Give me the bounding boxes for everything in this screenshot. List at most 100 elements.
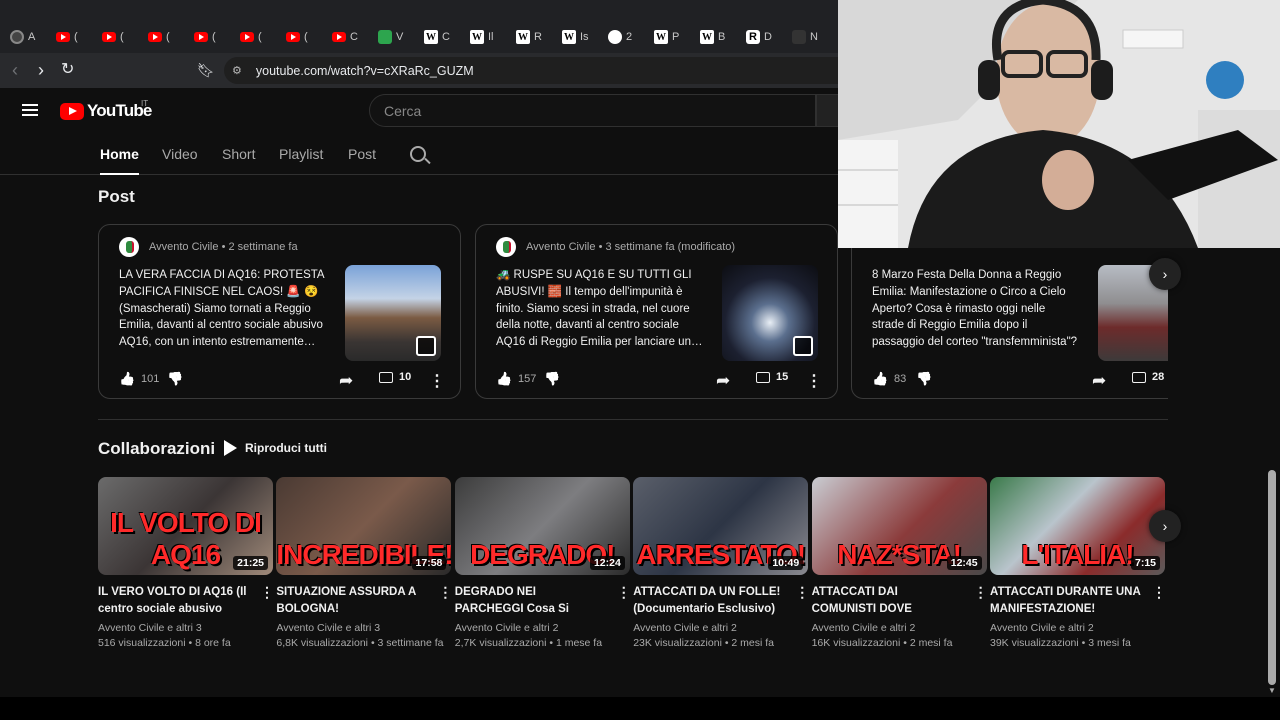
- wikipedia-icon: W: [516, 30, 530, 44]
- post-image[interactable]: [345, 265, 441, 361]
- video-channel[interactable]: Avvento Civile e altri 3: [98, 621, 273, 636]
- post-image[interactable]: [722, 265, 818, 361]
- scroll-down-arrow-icon[interactable]: ▼: [1268, 686, 1276, 695]
- channel-avatar[interactable]: [119, 237, 139, 257]
- video-thumbnail[interactable]: NAZ*STA! 12:45: [811, 477, 987, 575]
- forward-icon[interactable]: ›: [38, 61, 44, 79]
- more-options-icon[interactable]: ⋮: [438, 584, 452, 601]
- youtube-icon: [286, 32, 300, 42]
- post-text[interactable]: LA VERA FACCIA DI AQ16: PROTESTA PACIFIC…: [119, 267, 327, 351]
- tab-video[interactable]: Video: [162, 146, 198, 162]
- posts-next-chevron-icon[interactable]: ›: [1149, 258, 1181, 290]
- tab-post[interactable]: Post: [348, 146, 376, 162]
- browser-tab[interactable]: W Is: [562, 27, 598, 47]
- video-channel[interactable]: Avvento Civile e altri 2: [633, 621, 808, 636]
- browser-tab[interactable]: A: [10, 27, 46, 47]
- browser-tab[interactable]: (: [148, 27, 184, 47]
- gallery-icon: [416, 336, 436, 356]
- dislike-button[interactable]: [167, 371, 183, 387]
- dislike-button[interactable]: [544, 371, 560, 387]
- video-card[interactable]: INCREDIBILE! 17:58 SITUAZIONE ASSURDA A BO…: [276, 477, 452, 651]
- browser-tab[interactable]: W Il: [470, 27, 506, 47]
- more-options-icon[interactable]: ⋮: [1152, 584, 1166, 601]
- video-channel[interactable]: Avvento Civile e altri 2: [812, 621, 987, 636]
- browser-tab[interactable]: (: [102, 27, 138, 47]
- video-thumbnail[interactable]: DEGRADO! 12:24: [454, 477, 630, 575]
- share-button[interactable]: ➦: [716, 371, 730, 391]
- more-options-icon[interactable]: ⋮: [795, 584, 809, 601]
- more-options-icon[interactable]: ⋮: [806, 371, 822, 391]
- video-thumbnail[interactable]: L'ITALIA! 7:15: [990, 477, 1165, 575]
- browser-tab[interactable]: C: [332, 27, 368, 47]
- like-button[interactable]: 157: [496, 371, 536, 387]
- share-button[interactable]: ➦: [339, 371, 353, 391]
- play-all-button[interactable]: Riproduci tutti: [224, 440, 327, 456]
- video-card[interactable]: DEGRADO! 12:24 DEGRADO NEI PARCHEGGI Cosa …: [454, 477, 631, 651]
- video-age: • 2 mesi fa: [903, 637, 953, 649]
- browser-tab[interactable]: (: [56, 27, 92, 47]
- channel-avatar[interactable]: [496, 237, 516, 257]
- video-thumbnail[interactable]: ARRESTATO! 10:49: [633, 477, 809, 575]
- video-title[interactable]: DEGRADO NEI PARCHEGGI Cosa Si Nasconde?…: [455, 584, 607, 617]
- reload-icon[interactable]: ↻: [61, 61, 74, 79]
- video-card[interactable]: ARRESTATO! 10:49 ATTACCATI DA UN FOLLE! (D…: [633, 477, 809, 651]
- post-card[interactable]: Avvento Civile • 2 settimane fa LA VERA …: [98, 224, 461, 399]
- browser-tab[interactable]: RD: [746, 27, 782, 47]
- comments-button[interactable]: 28: [1132, 371, 1164, 383]
- video-thumbnail[interactable]: IL VOLTO DI AQ16 21:25: [98, 477, 273, 575]
- browser-tab[interactable]: WB: [700, 27, 736, 47]
- post-card[interactable]: 8 Marzo Festa Della Donna a Reggio Emili…: [851, 224, 1168, 399]
- youtube-logo[interactable]: YouTube: [60, 101, 152, 121]
- page-scrollbar[interactable]: [1268, 470, 1276, 685]
- more-options-icon[interactable]: ⋮: [429, 371, 445, 391]
- site-info-icon[interactable]: ⚙: [232, 64, 242, 77]
- videos-next-chevron-icon[interactable]: ›: [1149, 510, 1181, 542]
- video-card[interactable]: IL VOLTO DI AQ16 21:25 IL VERO VOLTO DI AQ…: [98, 477, 274, 651]
- more-options-icon[interactable]: ⋮: [974, 584, 988, 601]
- video-channel[interactable]: Avvento Civile e altri 2: [455, 621, 630, 636]
- post-channel[interactable]: Avvento Civile: [149, 241, 219, 253]
- browser-tab[interactable]: WP: [654, 27, 690, 47]
- browser-tab[interactable]: V: [378, 27, 414, 47]
- recorder-icon: [10, 30, 24, 44]
- video-title[interactable]: ATTACCATI DURANTE UNA MANIFESTAZIONE! (V…: [990, 584, 1142, 617]
- video-title[interactable]: SITUAZIONE ASSURDA A BOLOGNA! (Documenta…: [276, 584, 428, 617]
- video-title[interactable]: ATTACCATI DAI COMUNISTI DOVE VENIAMO CHI…: [812, 584, 964, 617]
- more-options-icon[interactable]: ⋮: [617, 584, 631, 601]
- tab-playlist[interactable]: Playlist: [279, 146, 323, 162]
- video-channel[interactable]: Avvento Civile e altri 3: [276, 621, 451, 636]
- browser-tab[interactable]: (: [194, 27, 230, 47]
- tab-short[interactable]: Short: [222, 146, 255, 162]
- channel-search-icon[interactable]: [410, 146, 426, 162]
- browser-tab[interactable]: N: [792, 27, 828, 47]
- video-title[interactable]: IL VERO VOLTO DI AQ16 (Il centro sociale…: [98, 584, 250, 617]
- address-bar[interactable]: ⚙ youtube.com/watch?v=cXRaRc_GUZM: [224, 57, 864, 84]
- browser-tab[interactable]: 2: [608, 27, 644, 47]
- menu-icon[interactable]: [22, 104, 38, 116]
- tab-home[interactable]: Home: [100, 146, 139, 175]
- browser-tab[interactable]: (: [240, 27, 276, 47]
- back-icon[interactable]: ‹: [12, 61, 18, 79]
- more-options-icon[interactable]: ⋮: [260, 584, 274, 601]
- browser-tab[interactable]: WR: [516, 27, 552, 47]
- dislike-button[interactable]: [916, 371, 932, 387]
- browser-tab[interactable]: (: [286, 27, 322, 47]
- comments-button[interactable]: 10: [379, 371, 411, 383]
- like-button[interactable]: 101: [119, 371, 159, 387]
- video-views: 2,7K visualizzazioni: [454, 637, 547, 649]
- share-button[interactable]: ➦: [1092, 371, 1106, 391]
- post-card[interactable]: Avvento Civile • 3 settimane fa (modific…: [475, 224, 838, 399]
- search-input[interactable]: Cerca: [369, 94, 816, 127]
- post-text[interactable]: 🚜 RUSPE SU AQ16 E SU TUTTI GLI ABUSIVI! …: [496, 267, 704, 351]
- comments-button[interactable]: 15: [756, 371, 788, 383]
- video-title[interactable]: ATTACCATI DA UN FOLLE! (Documentario Esc…: [633, 584, 785, 617]
- post-text[interactable]: 8 Marzo Festa Della Donna a Reggio Emili…: [872, 267, 1080, 351]
- bookmark-icon[interactable]: 🔖︎: [197, 61, 215, 79]
- video-thumbnail[interactable]: INCREDIBILE! 17:58: [276, 477, 452, 575]
- browser-tab[interactable]: WC: [424, 27, 460, 47]
- post-channel[interactable]: Avvento Civile: [526, 241, 596, 253]
- video-card[interactable]: L'ITALIA! 7:15 ATTACCATI DURANTE UNA MANIF…: [990, 477, 1166, 651]
- like-button[interactable]: 83: [872, 371, 906, 387]
- video-card[interactable]: NAZ*STA! 12:45 ATTACCATI DAI COMUNISTI DOV…: [811, 477, 988, 651]
- video-channel[interactable]: Avvento Civile e altri 2: [990, 621, 1165, 636]
